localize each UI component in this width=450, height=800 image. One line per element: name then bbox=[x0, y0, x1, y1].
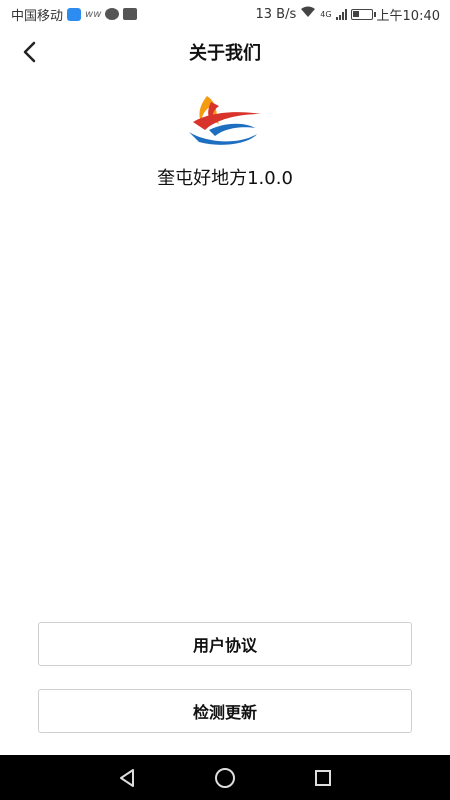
header: 关于我们 bbox=[0, 28, 450, 76]
user-agreement-button[interactable]: 用户协议 bbox=[38, 622, 412, 666]
shield-icon bbox=[67, 7, 82, 21]
home-circle-icon bbox=[215, 767, 235, 788]
back-triangle-icon bbox=[120, 768, 134, 787]
ai-icon bbox=[123, 8, 138, 20]
app-name-version: 奎屯好地方1.0.0 bbox=[157, 168, 293, 189]
page-title: 关于我们 bbox=[189, 43, 261, 64]
chat-icon bbox=[105, 8, 120, 20]
chevron-left-icon bbox=[23, 41, 36, 63]
status-bar: 中国移动 ww 13 B/s 4G 上午10:40 bbox=[0, 0, 450, 28]
nav-home-button[interactable] bbox=[210, 763, 240, 793]
network-speed: 13 B/s bbox=[255, 6, 297, 22]
clock: 上午10:40 bbox=[376, 8, 440, 24]
network-type: 4G bbox=[320, 9, 332, 19]
signal-icon bbox=[335, 8, 347, 20]
carrier-name: 中国移动 bbox=[11, 8, 64, 24]
back-button[interactable] bbox=[14, 36, 46, 68]
ww-icon: ww bbox=[85, 8, 102, 20]
status-right: 13 B/s 4G 上午10:40 bbox=[255, 5, 440, 24]
check-update-button[interactable]: 检测更新 bbox=[38, 689, 412, 733]
battery-icon bbox=[350, 8, 376, 20]
recents-square-icon bbox=[315, 769, 331, 786]
nav-recents-button[interactable] bbox=[308, 763, 338, 793]
system-nav-bar bbox=[0, 755, 450, 800]
status-left: 中国移动 ww bbox=[11, 5, 138, 24]
wifi-icon bbox=[300, 6, 316, 22]
nav-back-button[interactable] bbox=[112, 763, 142, 793]
app-logo bbox=[189, 96, 261, 145]
